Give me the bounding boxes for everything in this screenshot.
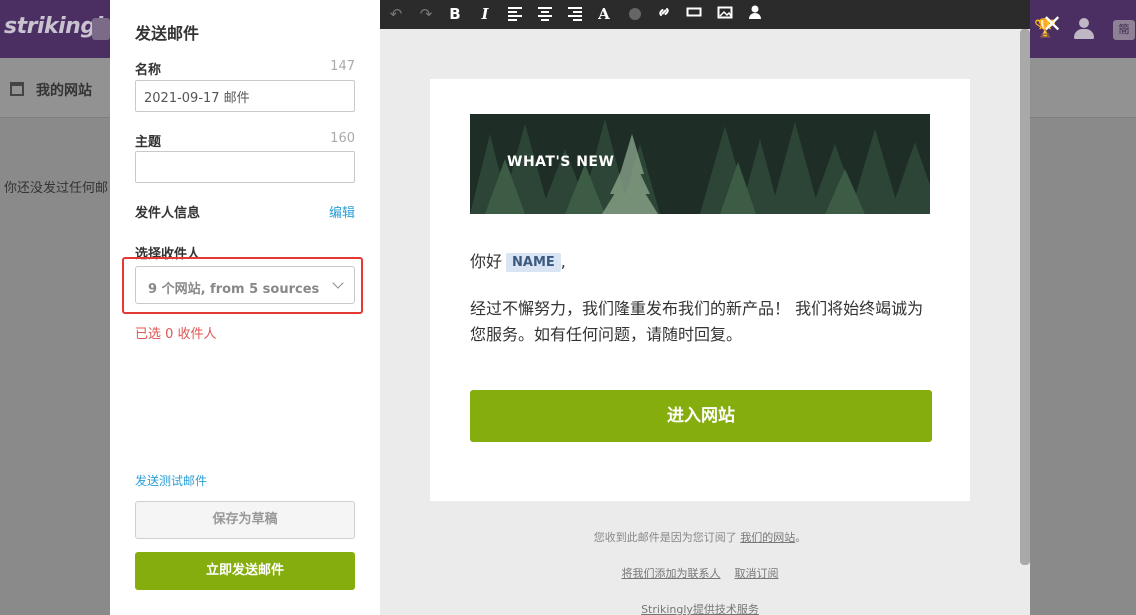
save-draft-button[interactable]: 保存为草稿 bbox=[135, 501, 355, 539]
footer-reason-end: 。 bbox=[795, 531, 807, 544]
user-avatar-icon[interactable] bbox=[1073, 18, 1095, 40]
footer-actions: 将我们添加为联系人 取消订阅 bbox=[430, 565, 970, 581]
align-right-icon[interactable] bbox=[568, 7, 582, 21]
recipients-select[interactable]: 9 个网站, from 5 sources bbox=[135, 266, 355, 304]
align-center-icon[interactable] bbox=[538, 7, 552, 21]
editor-toolbar: ↶ ↷ B I A bbox=[380, 0, 1030, 29]
button-insert-icon[interactable] bbox=[684, 4, 704, 24]
name-merge-tag[interactable]: NAME bbox=[506, 253, 561, 272]
email-name-input[interactable] bbox=[135, 80, 355, 112]
greeting-suffix: , bbox=[560, 252, 566, 271]
italic-icon[interactable]: I bbox=[475, 4, 495, 24]
unsubscribe-link[interactable]: 取消订阅 bbox=[735, 567, 779, 580]
recipients-select-value: 9 个网站, from 5 sources bbox=[148, 282, 320, 297]
name-label: 名称 bbox=[135, 63, 162, 78]
my-sites-tab[interactable]: 我的网站 bbox=[36, 80, 92, 100]
window-icon bbox=[10, 82, 24, 96]
undo-icon[interactable]: ↶ bbox=[386, 4, 406, 24]
selected-recipients-count: 已选 0 收件人 bbox=[135, 327, 217, 342]
banner-headline: WHAT'S NEW bbox=[507, 154, 615, 170]
subject-char-counter: 160 bbox=[330, 131, 355, 146]
image-icon[interactable] bbox=[715, 4, 735, 24]
redo-icon[interactable]: ↷ bbox=[416, 4, 436, 24]
visit-site-button[interactable]: 进入网站 bbox=[470, 390, 932, 442]
greeting-text: 你好 bbox=[470, 252, 503, 271]
powered-by-link[interactable]: Strikingly提供技术服务 bbox=[641, 603, 759, 615]
email-body-text[interactable]: 经过不懈努力，我们隆重发布我们的新产品！ 我们将始终竭诚为您服务。如有任何问题，… bbox=[470, 296, 930, 348]
sender-edit-link[interactable]: 编辑 bbox=[329, 202, 355, 221]
bold-icon[interactable]: B bbox=[445, 4, 465, 24]
footer-subscription-reason: 您收到此邮件是因为您订阅了 我们的网站。 bbox=[430, 529, 970, 545]
compose-panel: 发送邮件 名称 147 主题 160 发件人信息 编辑 选择收件人 9 个网站,… bbox=[110, 0, 380, 615]
preview-scrollbar[interactable] bbox=[1020, 29, 1030, 565]
color-picker-icon[interactable] bbox=[629, 8, 641, 20]
greeting-line: 你好 NAME, bbox=[470, 248, 566, 272]
send-now-button[interactable]: 立即发送邮件 bbox=[135, 552, 355, 590]
email-banner-image[interactable]: WHAT'S NEW bbox=[470, 114, 930, 214]
sender-info-label: 发件人信息 bbox=[135, 206, 201, 221]
close-icon[interactable]: ✕ bbox=[1042, 10, 1062, 38]
chevron-down-icon bbox=[332, 277, 344, 289]
add-contact-link[interactable]: 将我们添加为联系人 bbox=[622, 567, 721, 580]
send-test-email-link[interactable]: 发送测试邮件 bbox=[135, 472, 207, 489]
logo-badge-icon bbox=[92, 18, 110, 40]
name-char-counter: 147 bbox=[330, 59, 355, 74]
panel-title: 发送邮件 bbox=[135, 24, 200, 43]
align-left-icon[interactable] bbox=[508, 7, 522, 21]
subject-input[interactable] bbox=[135, 151, 355, 183]
link-icon[interactable] bbox=[654, 4, 674, 24]
subject-label: 主题 bbox=[135, 135, 162, 150]
footer-reason-text: 您收到此邮件是因为您订阅了 bbox=[593, 531, 737, 544]
empty-state-text: 你还没发过任何邮 bbox=[4, 181, 109, 196]
language-switch-button[interactable]: 簡 bbox=[1113, 20, 1135, 40]
person-icon[interactable] bbox=[745, 4, 765, 24]
font-icon[interactable]: A bbox=[594, 4, 614, 24]
footer-site-link[interactable]: 我们的网站 bbox=[740, 531, 795, 544]
footer-powered-by: Strikingly提供技术服务 bbox=[430, 601, 970, 615]
